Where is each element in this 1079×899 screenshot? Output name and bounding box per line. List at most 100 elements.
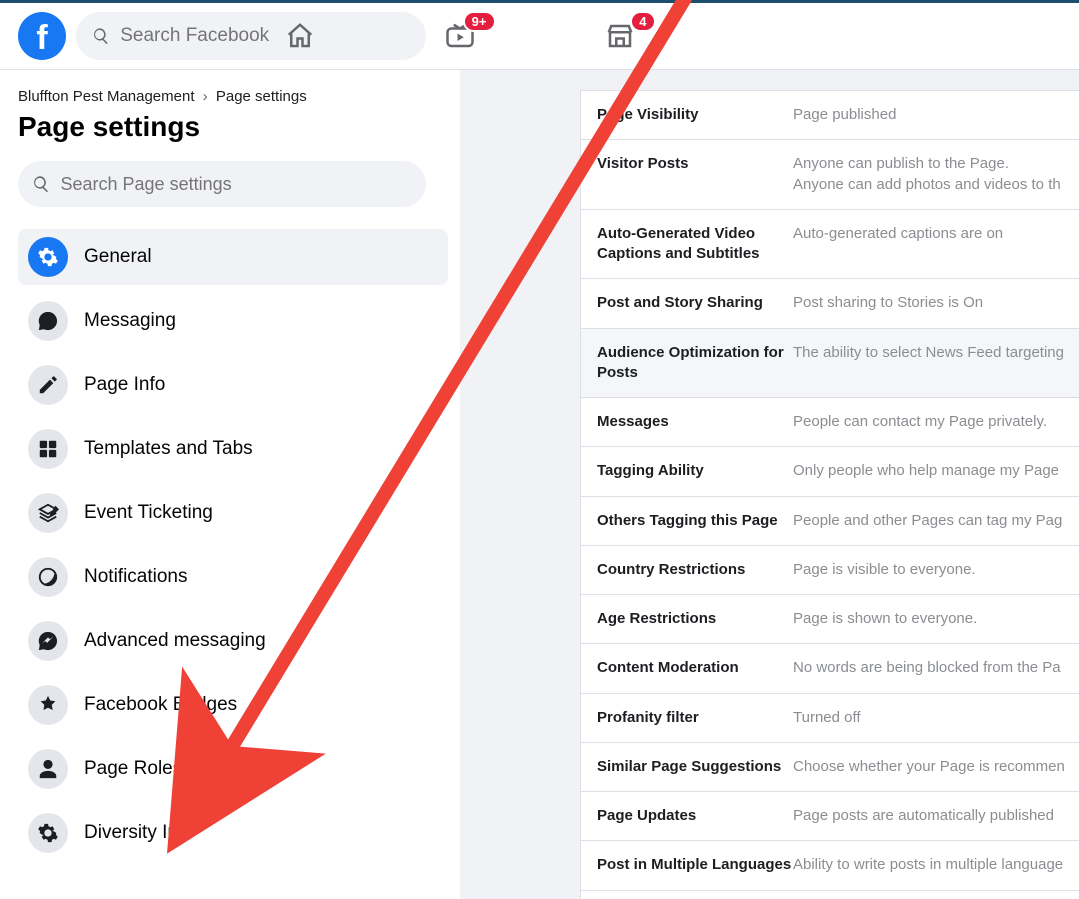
settings-key: Country Restrictions [597,560,793,580]
settings-value: People can contact my Page privately. [793,412,1079,432]
settings-key: Messages [597,412,793,432]
settings-key: Visitor Posts [597,154,793,195]
global-search[interactable] [76,12,426,60]
settings-value: Ability to write posts in multiple langu… [793,855,1079,875]
nav-home[interactable] [280,21,320,51]
settings-key: Tagging Ability [597,461,793,481]
templates-tabs-icon [28,429,68,469]
sidebar-item-templates-tabs[interactable]: Templates and Tabs [18,421,448,477]
nav-marketplace[interactable]: 4 [600,21,640,51]
settings-row[interactable]: Similar Page SuggestionsChoose whether y… [581,742,1079,791]
sidebar-item-general[interactable]: General [18,229,448,285]
settings-key: Others Tagging this Page [597,511,793,531]
settings-row[interactable]: Page VisibilityPage published [581,90,1079,139]
top-bar: f 9+ 4 [0,0,1079,70]
settings-row[interactable]: MessagesPeople can contact my Page priva… [581,397,1079,446]
breadcrumb-separator: › [203,88,208,105]
sidebar-item-label: Page Roles [84,758,182,780]
settings-row[interactable]: Others Tagging this PagePeople and other… [581,496,1079,545]
sidebar-item-label: Diversity Info [84,822,194,844]
sidebar-item-label: Messaging [84,310,176,332]
sidebar: Bluffton Pest Management › Page settings… [0,70,460,899]
settings-row[interactable]: Auto-Generated Video Captions and Subtit… [581,209,1079,279]
settings-value: Page published [793,105,1079,125]
sidebar-item-facebook-badges[interactable]: Facebook Badges [18,677,448,733]
settings-search-input[interactable] [61,174,413,195]
settings-key: Profanity filter [597,708,793,728]
settings-value: Turned off [793,708,1079,728]
marketplace-badge: 4 [630,11,655,32]
sidebar-item-label: Templates and Tabs [84,438,253,460]
settings-row[interactable]: Translate AutomaticallyYour posts may sh… [581,890,1079,899]
settings-row[interactable]: Country RestrictionsPage is visible to e… [581,545,1079,594]
sidebar-item-messaging[interactable]: Messaging [18,293,448,349]
page-roles-icon [28,749,68,789]
settings-value: Choose whether your Page is recommen [793,757,1079,777]
settings-key: Page Updates [597,806,793,826]
sidebar-item-label: Facebook Badges [84,694,237,716]
sidebar-item-label: Advanced messaging [84,630,266,652]
diversity-info-icon [28,813,68,853]
sidebar-item-event-ticketing[interactable]: Event Ticketing [18,485,448,541]
settings-row[interactable]: Content ModerationNo words are being blo… [581,643,1079,692]
sidebar-item-label: Page Info [84,374,165,396]
settings-key: Age Restrictions [597,609,793,629]
nav-extra [756,21,796,51]
settings-row[interactable]: Profanity filterTurned off [581,693,1079,742]
messaging-icon [28,301,68,341]
settings-row[interactable]: Age RestrictionsPage is shown to everyon… [581,594,1079,643]
advanced-messaging-icon [28,621,68,661]
notifications-icon [28,557,68,597]
facebook-logo[interactable]: f [18,12,66,60]
search-icon [92,26,110,46]
sidebar-item-page-roles[interactable]: Page Roles [18,741,448,797]
settings-value: Anyone can publish to the Page. Anyone c… [793,154,1079,195]
settings-key: Post and Story Sharing [597,293,793,313]
settings-key: Auto-Generated Video Captions and Subtit… [597,224,793,265]
page-title: Page settings [18,111,450,143]
settings-key: Content Moderation [597,658,793,678]
page-info-icon [28,365,68,405]
settings-row[interactable]: Post in Multiple LanguagesAbility to wri… [581,840,1079,889]
settings-row[interactable]: Page UpdatesPage posts are automatically… [581,791,1079,840]
sidebar-item-label: Event Ticketing [84,502,213,524]
settings-key: Page Visibility [597,105,793,125]
settings-value: The ability to select News Feed targetin… [793,343,1079,384]
breadcrumb: Bluffton Pest Management › Page settings [18,88,450,105]
settings-key: Similar Page Suggestions [597,757,793,777]
sidebar-item-page-info[interactable]: Page Info [18,357,448,413]
settings-value: Page posts are automatically published [793,806,1079,826]
sidebar-menu: General Messaging Page Info Templates and T… [18,229,450,861]
settings-value: Page is visible to everyone. [793,560,1079,580]
breadcrumb-current: Page settings [216,88,307,105]
settings-key: Audience Optimization for Posts [597,343,793,384]
settings-value: Only people who help manage my Page [793,461,1079,481]
general-icon [28,237,68,277]
settings-row[interactable]: Audience Optimization for PostsThe abili… [581,328,1079,398]
settings-value: Post sharing to Stories is On [793,293,1079,313]
settings-row[interactable]: Visitor PostsAnyone can publish to the P… [581,139,1079,209]
settings-search[interactable] [18,161,426,207]
watch-badge: 9+ [463,11,496,32]
content-area: Page VisibilityPage publishedVisitor Pos… [460,70,1079,899]
settings-value: Auto-generated captions are on [793,224,1079,265]
settings-key: Post in Multiple Languages [597,855,793,875]
sidebar-item-label: Notifications [84,566,188,588]
sidebar-item-label: General [84,246,152,268]
sidebar-item-notifications[interactable]: Notifications [18,549,448,605]
nav-watch[interactable]: 9+ [440,21,480,51]
breadcrumb-page[interactable]: Bluffton Pest Management [18,88,195,105]
event-ticketing-icon [28,493,68,533]
global-search-input[interactable] [120,25,410,47]
settings-table: Page VisibilityPage publishedVisitor Pos… [580,90,1079,899]
settings-value: People and other Pages can tag my Pag [793,511,1079,531]
sidebar-item-advanced-messaging[interactable]: Advanced messaging [18,613,448,669]
settings-row[interactable]: Post and Story SharingPost sharing to St… [581,278,1079,327]
search-icon [32,174,51,194]
settings-value: Page is shown to everyone. [793,609,1079,629]
sidebar-item-diversity-info[interactable]: Diversity Info [18,805,448,861]
settings-row[interactable]: Tagging AbilityOnly people who help mana… [581,446,1079,495]
facebook-badges-icon [28,685,68,725]
home-icon [285,21,315,51]
settings-value: No words are being blocked from the Pa [793,658,1079,678]
